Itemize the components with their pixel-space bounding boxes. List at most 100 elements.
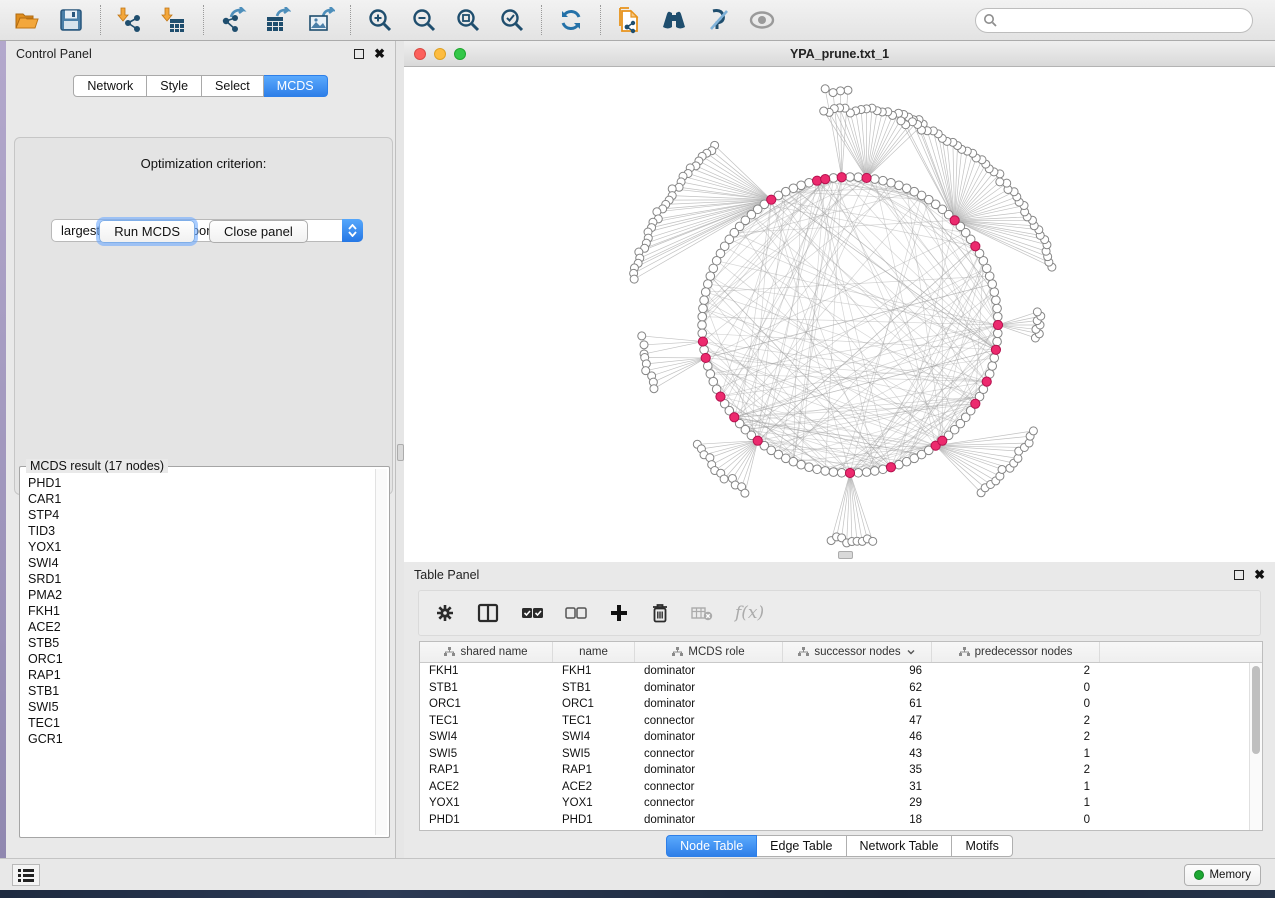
graph-node[interactable] (971, 242, 980, 251)
graph-node[interactable] (706, 272, 715, 281)
float-window-icon[interactable] (354, 49, 364, 59)
graph-node[interactable] (703, 362, 712, 371)
graph-node[interactable] (837, 468, 846, 477)
birds-eye-view-icon[interactable] (747, 5, 777, 35)
mcds-result-scrollbar[interactable] (375, 469, 387, 835)
deselect-all-rows-icon[interactable] (565, 606, 587, 620)
graph-node[interactable] (700, 296, 709, 305)
column-header-name[interactable]: name (553, 642, 635, 662)
graph-node[interactable] (753, 436, 762, 445)
graph-node[interactable] (698, 321, 707, 330)
mcds-result-item[interactable]: STB1 (28, 683, 373, 699)
graph-node[interactable] (1033, 308, 1041, 316)
graph-node[interactable] (836, 87, 844, 95)
mcds-result-item[interactable]: PHD1 (28, 475, 373, 491)
table-row[interactable]: ORC1ORC1dominator610 (420, 696, 1249, 713)
table-row[interactable]: SWI4SWI4dominator462 (420, 729, 1249, 746)
search-input[interactable] (975, 8, 1253, 33)
graph-node[interactable] (820, 107, 828, 115)
graph-node[interactable] (845, 468, 854, 477)
graph-node[interactable] (767, 195, 776, 204)
graph-node[interactable] (988, 362, 997, 371)
graph-node[interactable] (698, 329, 707, 338)
graph-node[interactable] (821, 85, 829, 93)
graph-node[interactable] (993, 337, 1002, 346)
graph-node[interactable] (887, 178, 896, 187)
toggle-graphics-details-icon[interactable] (703, 5, 733, 35)
graph-node[interactable] (971, 399, 980, 408)
table-row[interactable]: PHD1PHD1dominator180 (420, 812, 1249, 829)
save-session-icon[interactable] (56, 5, 86, 35)
split-column-view-icon[interactable] (477, 603, 499, 623)
graph-node[interactable] (950, 216, 959, 225)
delete-column-icon[interactable] (651, 603, 669, 623)
graph-node[interactable] (797, 460, 806, 469)
zoom-out-icon[interactable] (409, 5, 439, 35)
zoom-selected-icon[interactable] (497, 5, 527, 35)
mcds-result-item[interactable]: YOX1 (28, 539, 373, 555)
graph-node[interactable] (812, 176, 821, 185)
column-header-successor-nodes[interactable]: successor nodes (783, 642, 932, 662)
graph-node[interactable] (846, 173, 855, 182)
add-column-icon[interactable] (609, 603, 629, 623)
graph-node[interactable] (854, 173, 863, 182)
network-from-file-icon[interactable] (615, 5, 645, 35)
table-scrollbar-thumb[interactable] (1252, 666, 1260, 754)
mcds-result-item[interactable]: CAR1 (28, 491, 373, 507)
mcds-result-list[interactable]: PHD1CAR1STP4TID3YOX1SWI4SRD1PMA2FKH1ACE2… (24, 471, 373, 833)
mcds-result-item[interactable]: SWI5 (28, 699, 373, 715)
graph-node[interactable] (813, 465, 822, 474)
graph-node[interactable] (699, 304, 708, 313)
graph-node[interactable] (701, 353, 710, 362)
graph-node[interactable] (993, 304, 1002, 313)
graph-node[interactable] (638, 332, 646, 340)
graph-node[interactable] (844, 86, 852, 94)
network-window-titlebar[interactable]: YPA_prune.txt_1 (404, 41, 1275, 67)
mcds-result-item[interactable]: STB5 (28, 635, 373, 651)
mcds-result-item[interactable]: SRD1 (28, 571, 373, 587)
graph-node[interactable] (821, 467, 830, 476)
graph-node[interactable] (993, 320, 1002, 329)
function-builder-icon[interactable]: f(x) (735, 603, 764, 623)
table-row[interactable]: ACE2ACE2connector311 (420, 779, 1249, 796)
table-row[interactable]: RAP1RAP1dominator352 (420, 762, 1249, 779)
import-table-icon[interactable] (159, 5, 189, 35)
tab-node-table[interactable]: Node Table (666, 835, 757, 857)
mcds-result-item[interactable]: RAP1 (28, 667, 373, 683)
table-row[interactable]: STB1STB1dominator620 (420, 680, 1249, 697)
graph-node[interactable] (870, 175, 879, 184)
graph-node[interactable] (701, 288, 710, 297)
table-row[interactable]: FKH1FKH1dominator962 (420, 663, 1249, 680)
graph-node[interactable] (829, 468, 838, 477)
tab-motifs[interactable]: Motifs (952, 835, 1012, 857)
graph-node[interactable] (998, 465, 1006, 473)
graph-node[interactable] (653, 208, 661, 216)
graph-node[interactable] (1014, 454, 1022, 462)
open-file-icon[interactable] (12, 5, 42, 35)
graph-node[interactable] (993, 329, 1002, 338)
tab-network-table[interactable]: Network Table (847, 835, 953, 857)
export-network-icon[interactable] (218, 5, 248, 35)
mcds-result-item[interactable]: TID3 (28, 523, 373, 539)
graph-node[interactable] (990, 288, 999, 297)
refresh-view-icon[interactable] (556, 5, 586, 35)
mcds-result-item[interactable]: TEC1 (28, 715, 373, 731)
column-header-shared-name[interactable]: shared name (420, 642, 553, 662)
graph-node[interactable] (862, 173, 871, 182)
graph-node[interactable] (990, 354, 999, 363)
graph-node[interactable] (730, 413, 739, 422)
tab-mcds[interactable]: MCDS (264, 75, 328, 97)
graph-node[interactable] (1029, 427, 1037, 435)
graph-node[interactable] (741, 489, 749, 497)
close-panel-button[interactable]: Close panel (209, 220, 308, 243)
graph-node[interactable] (640, 341, 648, 349)
vertical-splitter-grip[interactable] (397, 444, 404, 461)
network-canvas[interactable] (404, 67, 1275, 561)
graph-node[interactable] (698, 337, 707, 346)
graph-node[interactable] (862, 468, 871, 477)
table-row[interactable]: TEC1TEC1connector472 (420, 713, 1249, 730)
tab-style[interactable]: Style (147, 75, 202, 97)
close-panel-icon[interactable]: ✖ (374, 49, 385, 59)
tab-network[interactable]: Network (73, 75, 147, 97)
mcds-result-item[interactable]: SWI4 (28, 555, 373, 571)
